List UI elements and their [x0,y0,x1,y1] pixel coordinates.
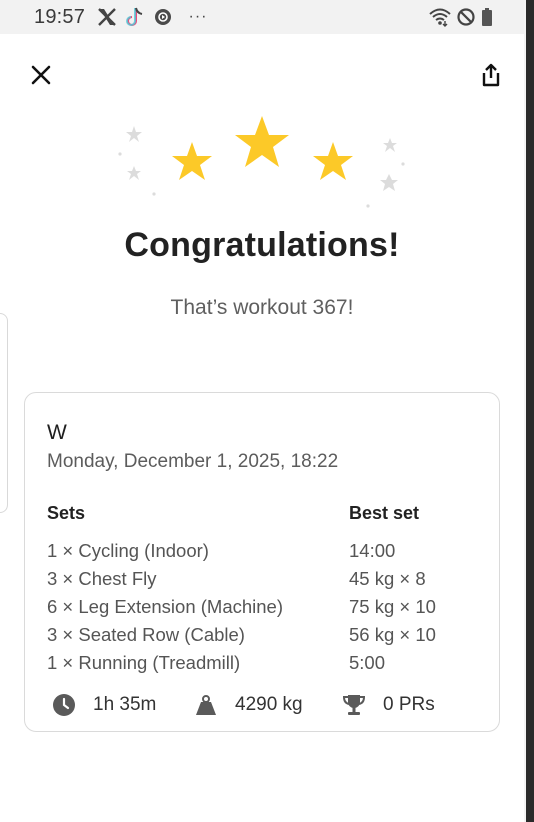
best-set-column-header: Best set [349,503,420,523]
share-icon [482,63,500,87]
star-icon [172,116,353,180]
exercise-row: 3 × Chest Fly 45 kg × 8 [47,568,487,596]
exercise-best-set: 14:00 [349,540,396,561]
exercise-best-set: 75 kg × 10 [349,596,436,617]
close-icon [31,65,51,85]
congratulations-title: Congratulations! [124,226,400,264]
volume-value: 4290 kg [235,694,303,715]
exercise-sets: 1 × Cycling (Indoor) [47,540,209,561]
tiktok-icon [124,6,146,28]
duration-value: 1h 35m [93,694,157,715]
exercise-row: 3 × Seated Row (Cable) 56 kg × 10 [47,624,487,652]
exercise-sets: 3 × Chest Fly [47,568,157,589]
exercise-row: 1 × Running (Treadmill) 5:00 [47,652,487,680]
exercise-best-set: 56 kg × 10 [349,624,436,645]
volume-stat: 4290 kg [193,691,303,719]
close-button[interactable] [26,60,56,90]
weight-icon [193,692,219,718]
do-not-disturb-icon [455,6,477,28]
exercise-sets: 3 × Seated Row (Cable) [47,624,245,645]
exercise-sets: 6 × Leg Extension (Machine) [47,596,284,617]
trophy-icon [341,692,367,718]
wifi-icon [428,6,452,28]
celebration-stars [110,110,410,215]
exercise-best-set: 5:00 [349,652,386,673]
exercise-best-set: 45 kg × 8 [349,568,426,589]
battery-icon [480,6,494,28]
clock-icon [51,692,77,718]
status-time: 19:57 [34,6,86,28]
exercise-row: 6 × Leg Extension (Machine) 75 kg × 10 [47,596,487,624]
workout-count-text: That’s workout 367! [170,296,354,319]
status-bar: 19:57 ··· [0,0,524,34]
prs-stat: 0 PRs [341,691,435,719]
workout-title: W [47,421,67,444]
prs-value: 0 PRs [383,694,435,715]
workout-complete-screen: 19:57 ··· Congratulations! That’s workou… [0,0,534,822]
sets-column-header: Sets [47,503,86,523]
media-circle-icon [152,6,174,28]
duration-stat: 1h 35m [51,691,156,719]
screen-edge [526,0,534,822]
exercise-list: 1 × Cycling (Indoor) 14:00 3 × Chest Fly… [47,540,487,680]
exercise-row: 1 × Cycling (Indoor) 14:00 [47,540,487,568]
adjacent-card-edge [0,313,8,513]
exercise-sets: 1 × Running (Treadmill) [47,652,241,673]
x-app-icon [96,6,118,28]
workout-summary-card: W Monday, December 1, 2025, 18:22 Sets B… [24,392,500,732]
more-dots-icon: ··· [188,8,208,25]
workout-date: Monday, December 1, 2025, 18:22 [47,451,339,472]
share-button[interactable] [476,60,506,90]
workout-stats: 1h 35m 4290 kg 0 PRs [51,691,491,719]
